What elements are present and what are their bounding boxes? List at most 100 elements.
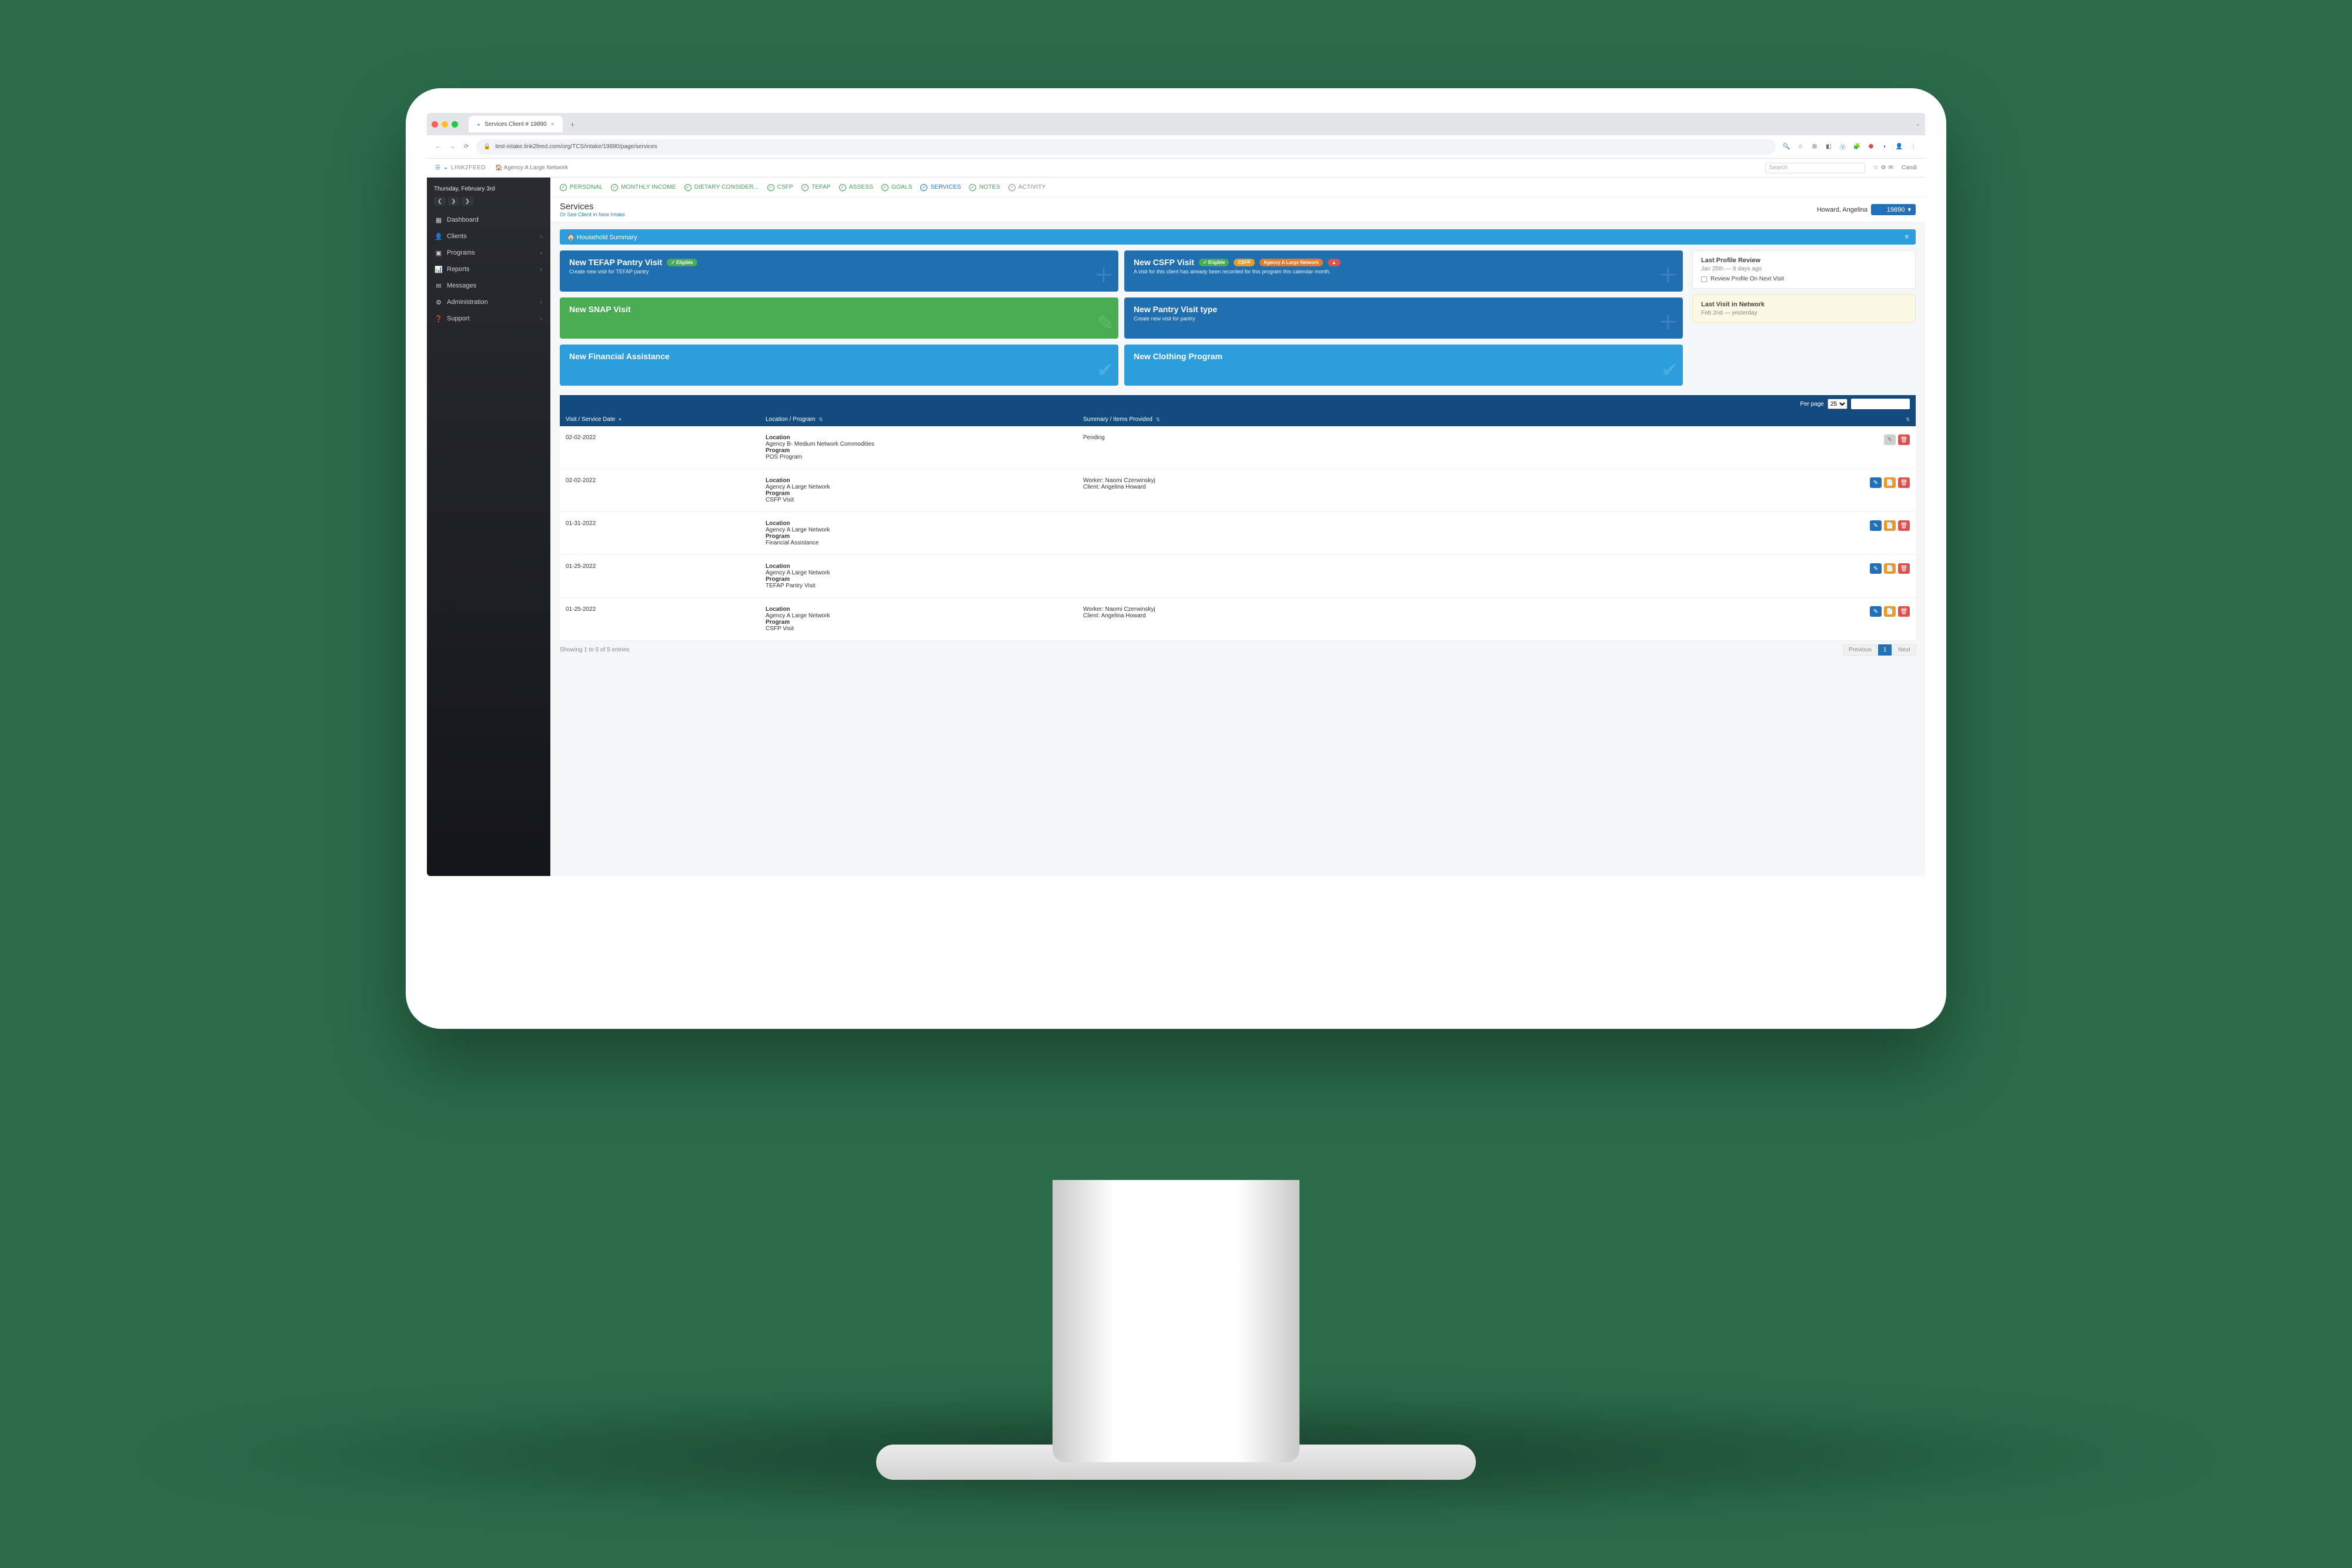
sidebar-item-administration[interactable]: ⚙Administration› [427, 294, 550, 310]
agency-badge: Agency A Large Network [1259, 259, 1323, 266]
browser-menu-icon[interactable]: ⋮ [1909, 142, 1918, 152]
row-action-orange[interactable]: 📄 [1884, 520, 1896, 531]
url-input[interactable]: 🔒 test-intake.link2feed.com/org/TCS/inta… [476, 139, 1776, 155]
ext-icon[interactable]: ◐ [1880, 142, 1890, 152]
row-action-blue[interactable]: ✎ [1870, 606, 1882, 617]
tab-dietary-consider-[interactable]: ✓DIETARY CONSIDER... [684, 184, 759, 191]
nav-next2-icon[interactable]: ❯ [462, 197, 473, 206]
sidebar-icon: ⚙ [435, 299, 442, 306]
table-filter-input[interactable] [1851, 399, 1910, 409]
ext-icon[interactable]: 🔍 [1782, 142, 1791, 152]
tab-monthly-income[interactable]: ✓MONTHLY INCOME [611, 184, 676, 191]
perpage-select[interactable]: 25 [1828, 399, 1847, 409]
tab-csfp[interactable]: ✓CSFP [767, 184, 793, 191]
sidebar-item-messages[interactable]: ✉Messages [427, 278, 550, 294]
main-pane: ✓PERSONAL ✓MONTHLY INCOME ✓DIETARY CONSIDE… [550, 178, 1925, 876]
table-row: 01-31-2022 LocationAgency A Large Networ… [560, 512, 1916, 555]
window-close-icon[interactable] [432, 121, 438, 128]
tab-close-icon[interactable]: × [551, 121, 554, 128]
page-header: Services Or See Client in New Intake How… [550, 198, 1925, 222]
ext-icon[interactable]: ☆ [1796, 142, 1805, 152]
tab-services[interactable]: ✓SERVICES [920, 184, 961, 191]
tab-assess[interactable]: ✓ASSESS [839, 184, 873, 191]
pager-prev[interactable]: Previous [1843, 644, 1877, 656]
monitor-stand [1053, 1180, 1299, 1462]
url-text: test-intake.link2feed.com/org/TCS/intake… [495, 143, 657, 150]
browser-tab-active[interactable]: ◒ Services Client # 19890 × [469, 116, 563, 132]
nav-back-icon[interactable]: ← [434, 143, 442, 150]
new-tab-button[interactable]: ＋ [570, 120, 576, 129]
card-new-snap-visit[interactable]: New SNAP Visit ✎ [560, 297, 1118, 339]
tab-tefap[interactable]: ✓TEFAP [801, 184, 831, 191]
browser-tabstrip: ◒ Services Client # 19890 × ＋ ⌄ [427, 113, 1925, 135]
settings-icon[interactable]: ⚙ [1881, 165, 1886, 171]
row-action-red[interactable]: 🗑 [1898, 606, 1910, 617]
mail-icon[interactable]: ✉ [1888, 165, 1893, 171]
profile-avatar-icon[interactable]: 👤 [1895, 142, 1904, 152]
client-id-pill[interactable]: 👤 19890 ▾ [1871, 204, 1916, 215]
sidebar-item-clients[interactable]: 👤Clients› [427, 228, 550, 245]
row-action-red[interactable]: 🗑 [1898, 477, 1910, 488]
row-action-blue[interactable]: ✎ [1870, 477, 1882, 488]
nav-prev-icon[interactable]: ❮ [434, 197, 446, 206]
tab-activity[interactable]: ✓ACTIVITY [1008, 184, 1046, 191]
table-entries-text: Showing 1 to 5 of 5 entries [560, 647, 629, 653]
sort-icon: ▾ [619, 417, 621, 422]
chevron-right-icon: › [540, 233, 542, 240]
hamburger-icon[interactable]: ☰ [435, 165, 440, 171]
pager-next[interactable]: Next [1893, 644, 1916, 656]
table-footer: Showing 1 to 5 of 5 entries Previous 1 N… [560, 644, 1916, 656]
nav-next-icon[interactable]: ❯ [448, 197, 460, 206]
last-visit-box: Last Visit in Network Feb 2nd — yesterda… [1692, 295, 1916, 323]
sidebar-item-programs[interactable]: ▣Programs› [427, 245, 550, 261]
intake-mode-link[interactable]: Or See Client in New Intake [560, 212, 625, 218]
card-new-pantry-visit[interactable]: New Pantry Visit type Create new visit f… [1124, 297, 1683, 339]
household-summary-bar[interactable]: 🏠 Household Summary ≡ [560, 229, 1916, 245]
checkbox-icon [1701, 276, 1707, 282]
row-action-red[interactable]: 🗑 [1898, 434, 1910, 445]
row-action-orange[interactable]: 📄 [1884, 477, 1896, 488]
check-circle-icon: ✓ [920, 184, 927, 191]
window-maximize-icon[interactable] [452, 121, 458, 128]
row-action-grey[interactable]: ✎ [1884, 434, 1896, 445]
nav-reload-icon[interactable]: ⟳ [462, 143, 470, 150]
check-circle-icon: ✓ [801, 184, 808, 191]
ext-icon[interactable]: ⊞ [1810, 142, 1819, 152]
pager-page-1[interactable]: 1 [1878, 644, 1892, 656]
row-action-red[interactable]: 🗑 [1898, 520, 1910, 531]
col-visit-date[interactable]: Visit / Service Date▾ [560, 413, 760, 426]
card-new-financial-assistance[interactable]: New Financial Assistance ✔ [560, 345, 1118, 386]
card-new-csfp-visit[interactable]: New CSFP Visit ✓ Eligible CSFP Agency A … [1124, 250, 1683, 292]
ext-icon[interactable]: ⬢ [1866, 142, 1876, 152]
sidebar-item-support[interactable]: ❓Support› [427, 310, 550, 327]
col-summary[interactable]: Summary / Items Provided⇅ [1077, 413, 1816, 426]
window-minimize-icon[interactable] [442, 121, 448, 128]
sidebar-icon: ✉ [435, 282, 442, 289]
tab-personal[interactable]: ✓PERSONAL [560, 184, 603, 191]
sidebar-icon: ❓ [435, 315, 442, 322]
star-icon[interactable]: ☆ [1873, 165, 1879, 171]
tab-notes[interactable]: ✓NOTES [969, 184, 1000, 191]
card-new-clothing-program[interactable]: New Clothing Program ✔ [1124, 345, 1683, 386]
sidebar-item-dashboard[interactable]: ▦Dashboard [427, 212, 550, 228]
row-action-orange[interactable]: 📄 [1884, 563, 1896, 574]
row-action-blue[interactable]: ✎ [1870, 563, 1882, 574]
ext-icon[interactable]: Ⓥ [1838, 142, 1847, 152]
row-action-orange[interactable]: 📄 [1884, 606, 1896, 617]
ext-icon[interactable]: ◧ [1824, 142, 1833, 152]
card-new-tefap-visit[interactable]: New TEFAP Pantry Visit ✓ Eligible Create… [560, 250, 1118, 292]
user-label[interactable]: Candi [1902, 165, 1917, 171]
tab-overflow-icon[interactable]: ⌄ [1916, 121, 1920, 128]
search-input[interactable]: Search [1765, 163, 1865, 173]
check-circle-icon: ✓ [881, 184, 888, 191]
sidebar-item-reports[interactable]: 📊Reports› [427, 261, 550, 278]
review-next-checkbox[interactable]: Review Profile On Next Visit [1701, 276, 1907, 282]
col-location-program[interactable]: Location / Program⇅ [760, 413, 1077, 426]
row-action-red[interactable]: 🗑 [1898, 563, 1910, 574]
tab-goals[interactable]: ✓GOALS [881, 184, 912, 191]
nav-forward-icon[interactable]: → [448, 143, 456, 150]
row-action-blue[interactable]: ✎ [1870, 520, 1882, 531]
agency-label[interactable]: 🏠 Agency A Large Network [495, 165, 568, 171]
home-icon: 🏠 [567, 234, 575, 241]
ext-icon[interactable]: 🧩 [1852, 142, 1862, 152]
